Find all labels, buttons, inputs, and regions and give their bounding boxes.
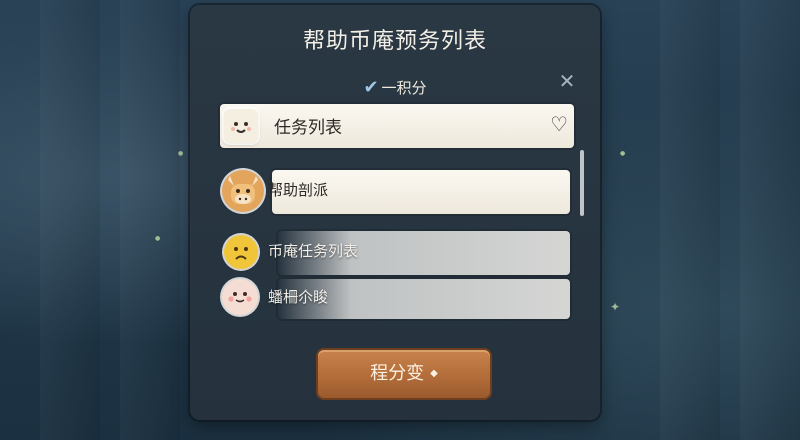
list-item-selected[interactable]: 任务列表 ♡ <box>218 100 578 150</box>
tofu-face-icon <box>224 109 258 143</box>
points-label: 一积分 <box>381 79 427 97</box>
cow-face-icon <box>222 170 264 212</box>
background-stripe <box>740 0 800 440</box>
heart-outline-icon[interactable]: ♡ <box>550 112 568 136</box>
diamond-icon: ◆ <box>430 368 438 379</box>
background-stripe <box>40 0 100 440</box>
row-label: 币庵任务列表 <box>268 242 359 260</box>
close-icon: ✕ <box>558 69 576 93</box>
background-stripe <box>120 0 180 440</box>
list-item[interactable]: 币庵任务列表 <box>218 227 578 277</box>
pink-blush-face-icon <box>222 279 258 315</box>
sparkle-icon: ● <box>620 150 626 157</box>
sad-yellow-face-icon <box>224 235 258 269</box>
sparkle-icon: ✦ <box>610 300 621 314</box>
checkmark-icon: ✔ <box>363 77 379 98</box>
list-scrollbar[interactable] <box>580 150 584 216</box>
background-stripe <box>660 0 720 440</box>
action-button-label: 程分变 <box>370 363 425 384</box>
list-item[interactable]: 蟠柵尒睃 <box>218 275 578 325</box>
sparkle-icon: ● <box>178 150 184 157</box>
points-row: ✔ 一积分 <box>190 77 600 98</box>
row-label: 帮助剖派 <box>268 181 329 199</box>
task-list: 任务列表 ♡ 帮助剖派 币庵任务列表 蟠柵尒睃 <box>218 100 578 330</box>
action-button[interactable]: 程分变 ◆ <box>318 350 490 398</box>
close-button[interactable]: ✕ <box>556 70 578 92</box>
panel-title: 帮助币庵预务列表 <box>302 29 487 54</box>
list-item[interactable]: 帮助剖派 <box>218 166 578 216</box>
row-label: 蟠柵尒睃 <box>268 288 329 306</box>
sparkle-icon: ● <box>155 235 161 242</box>
row-label: 任务列表 <box>274 118 342 138</box>
